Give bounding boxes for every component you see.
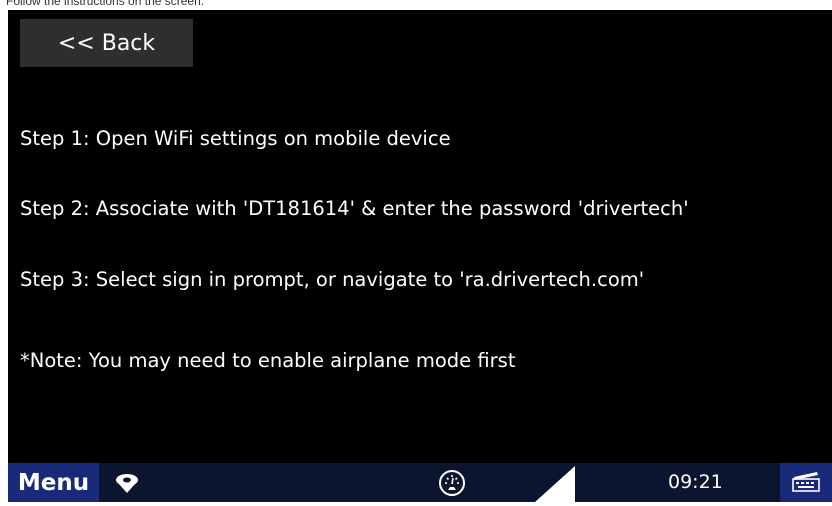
clock: 09:21	[668, 471, 723, 493]
step-3-text: Step 3: Select sign in prompt, or naviga…	[20, 268, 645, 291]
step-2-text: Step 2: Associate with 'DT181614' & ente…	[20, 197, 689, 220]
keyboard-button[interactable]	[780, 463, 832, 502]
speedometer-icon[interactable]	[438, 469, 466, 501]
menu-button[interactable]: Menu	[8, 463, 99, 502]
step-1-text: Step 1: Open WiFi settings on mobile dev…	[20, 127, 451, 150]
signal-strength-icon	[535, 466, 575, 506]
note-text: *Note: You may need to enable airplane m…	[20, 349, 516, 372]
instruction-caption: Follow the instructions on the screen.	[6, 0, 205, 8]
taskbar: Menu 09:21	[8, 463, 832, 502]
navigation-icon[interactable]	[114, 471, 140, 499]
device-screen: << Back Step 1: Open WiFi settings on mo…	[8, 10, 832, 463]
keyboard-icon	[791, 470, 821, 496]
back-button[interactable]: << Back	[20, 19, 193, 67]
